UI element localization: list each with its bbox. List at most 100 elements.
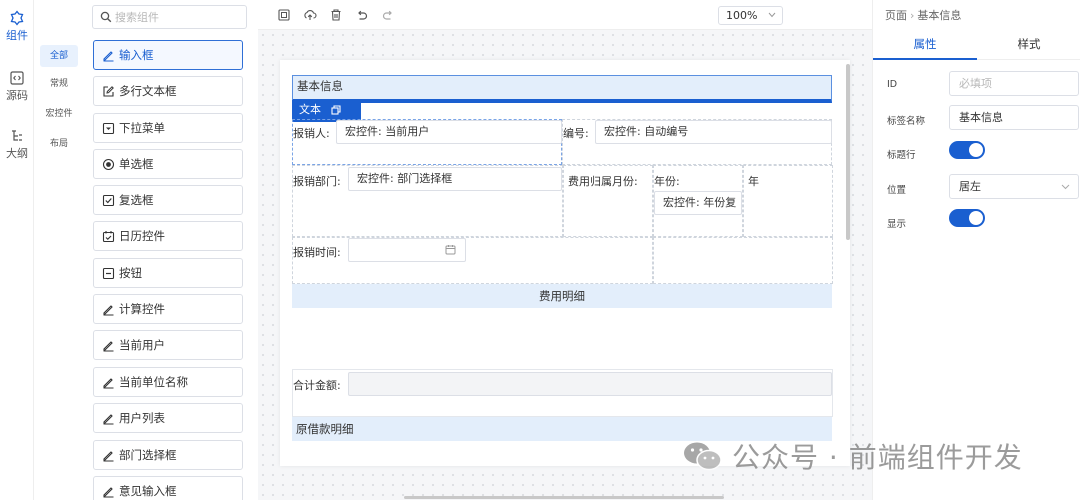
display-toggle[interactable] bbox=[949, 209, 985, 227]
component-label: 复选框 bbox=[119, 193, 154, 207]
component-button[interactable]: 按钮 bbox=[93, 258, 243, 288]
component-user-list[interactable]: 用户列表 bbox=[93, 403, 243, 433]
category-common[interactable]: 常规 bbox=[40, 73, 78, 95]
component-label: 按钮 bbox=[119, 266, 142, 280]
cell-year[interactable]: 年份: 宏控件: 年份复 bbox=[653, 165, 743, 237]
number-field[interactable]: 宏控件: 自动编号 bbox=[595, 120, 832, 144]
department-label: 报销部门: bbox=[293, 175, 341, 188]
position-value: 居左 bbox=[959, 180, 981, 193]
zoom-select[interactable]: 100% bbox=[718, 6, 783, 25]
component-opinion-input[interactable]: 意见输入框 bbox=[93, 476, 243, 500]
rail-label: 组件 bbox=[6, 29, 28, 42]
component-calc[interactable]: 计算控件 bbox=[93, 294, 243, 324]
category-layout[interactable]: 布局 bbox=[40, 133, 78, 155]
rail-item-components[interactable]: 组件 bbox=[0, 10, 34, 43]
component-label: 当前用户 bbox=[119, 338, 165, 352]
redo-icon[interactable] bbox=[381, 8, 395, 22]
component-list: 输入框 多行文本框 下拉菜单 单选框 复选框 日历控件 按钮 计算控件 当前用户… bbox=[84, 0, 339, 500]
category-macro[interactable]: 宏控件 bbox=[40, 103, 78, 125]
expense-detail-band[interactable]: 费用明细 bbox=[292, 284, 832, 308]
component-label: 部门选择框 bbox=[119, 448, 177, 462]
reimburse-time-field[interactable] bbox=[348, 238, 466, 262]
components-icon bbox=[10, 10, 24, 26]
form-page: 基本信息 文本 报销人: 宏控件: 当前用户 编号: 宏控件: 自动编号 报销部… bbox=[280, 60, 850, 466]
dropdown-icon bbox=[102, 122, 115, 134]
left-rail: 组件 源码 大纲 bbox=[0, 0, 34, 500]
tag-name-field[interactable]: 基本信息 bbox=[949, 105, 1079, 130]
component-label: 当前单位名称 bbox=[119, 375, 188, 389]
undo-icon[interactable] bbox=[355, 8, 369, 22]
category-all[interactable]: 全部 bbox=[40, 45, 78, 67]
chevron-down-icon bbox=[768, 12, 776, 18]
component-radio[interactable]: 单选框 bbox=[93, 149, 243, 179]
component-label: 用户列表 bbox=[119, 411, 165, 425]
component-calendar[interactable]: 日历控件 bbox=[93, 221, 243, 251]
rail-item-code[interactable]: 源码 bbox=[0, 70, 34, 103]
pencil-icon bbox=[103, 486, 114, 498]
pencil-icon bbox=[103, 450, 114, 462]
pencil-icon bbox=[103, 304, 114, 316]
component-dept-select[interactable]: 部门选择框 bbox=[93, 440, 243, 470]
panel-tabs: 属性 样式 bbox=[873, 30, 1080, 60]
position-label: 位置 bbox=[887, 185, 907, 196]
code-icon bbox=[10, 71, 24, 85]
total-field[interactable] bbox=[348, 372, 832, 396]
zoom-value: 100% bbox=[726, 9, 758, 22]
selected-tag-label: 文本 bbox=[299, 103, 321, 116]
component-label: 单选框 bbox=[119, 157, 154, 171]
component-current-unit[interactable]: 当前单位名称 bbox=[93, 367, 243, 397]
watermark: 公众号 · 前端组件开发 bbox=[682, 436, 1023, 476]
tab-style[interactable]: 样式 bbox=[977, 30, 1080, 60]
canvas-horizontal-scrollbar[interactable] bbox=[404, 496, 724, 499]
rail-item-outline[interactable]: 大纲 bbox=[0, 128, 34, 161]
component-checkbox[interactable]: 复选框 bbox=[93, 185, 243, 215]
checkbox-icon bbox=[102, 194, 115, 206]
canvas-vertical-scrollbar[interactable] bbox=[846, 64, 850, 240]
cell-year-unit: 年 bbox=[743, 165, 833, 237]
cell-department[interactable]: 报销部门: 宏控件: 部门选择框 bbox=[292, 165, 563, 237]
toggle-knob bbox=[969, 143, 983, 157]
reporter-label: 报销人: bbox=[293, 127, 330, 140]
button-icon bbox=[102, 267, 115, 279]
component-textarea[interactable]: 多行文本框 bbox=[93, 76, 243, 106]
trash-icon[interactable] bbox=[329, 8, 343, 22]
watermark-text: 公众号 · 前端组件开发 bbox=[732, 441, 1023, 474]
chevron-down-icon bbox=[1061, 184, 1070, 190]
upload-icon[interactable] bbox=[303, 8, 317, 22]
reporter-field[interactable]: 宏控件: 当前用户 bbox=[336, 120, 562, 144]
cell-number[interactable]: 编号: 宏控件: 自动编号 bbox=[562, 119, 832, 165]
component-current-user[interactable]: 当前用户 bbox=[93, 330, 243, 360]
id-field[interactable]: 必填项 bbox=[949, 71, 1079, 96]
category-column: 全部 常规 宏控件 布局 bbox=[34, 0, 84, 500]
preview-icon[interactable] bbox=[277, 8, 291, 22]
pencil-icon bbox=[103, 50, 114, 62]
tab-properties[interactable]: 属性 bbox=[873, 30, 977, 60]
total-label: 合计金额: bbox=[293, 379, 341, 392]
year-label: 年份: bbox=[654, 175, 680, 188]
position-select[interactable]: 居左 bbox=[949, 174, 1079, 199]
number-label: 编号: bbox=[563, 127, 589, 140]
rail-label: 源码 bbox=[6, 89, 28, 102]
search-input[interactable] bbox=[115, 9, 240, 25]
breadcrumb-item[interactable]: 页面 bbox=[885, 9, 907, 22]
tag-name-label: 标签名称 bbox=[887, 116, 926, 127]
cell-reimburse-time[interactable]: 报销时间: bbox=[292, 237, 653, 284]
component-label: 下拉菜单 bbox=[119, 121, 165, 135]
copy-icon[interactable] bbox=[330, 105, 341, 115]
cell-expense-month[interactable]: 费用归属月份: bbox=[563, 165, 653, 237]
year-field[interactable]: 宏控件: 年份复 bbox=[654, 191, 742, 215]
wechat-icon bbox=[684, 442, 722, 471]
breadcrumb-separator: › bbox=[910, 9, 915, 22]
component-label: 计算控件 bbox=[119, 302, 165, 316]
cell-empty bbox=[653, 237, 833, 284]
cell-reporter[interactable]: 报销人: 宏控件: 当前用户 bbox=[292, 119, 562, 165]
cell-total[interactable]: 合计金额: bbox=[292, 369, 833, 417]
component-label: 意见输入框 bbox=[119, 484, 177, 498]
department-field[interactable]: 宏控件: 部门选择框 bbox=[348, 167, 562, 191]
component-input[interactable]: 输入框 bbox=[93, 40, 243, 70]
component-dropdown[interactable]: 下拉菜单 bbox=[93, 113, 243, 143]
expense-month-label: 费用归属月份: bbox=[568, 175, 638, 188]
title-row-toggle[interactable] bbox=[949, 141, 985, 159]
section-header-basic-info[interactable]: 基本信息 bbox=[292, 75, 832, 103]
outline-icon bbox=[12, 130, 22, 141]
